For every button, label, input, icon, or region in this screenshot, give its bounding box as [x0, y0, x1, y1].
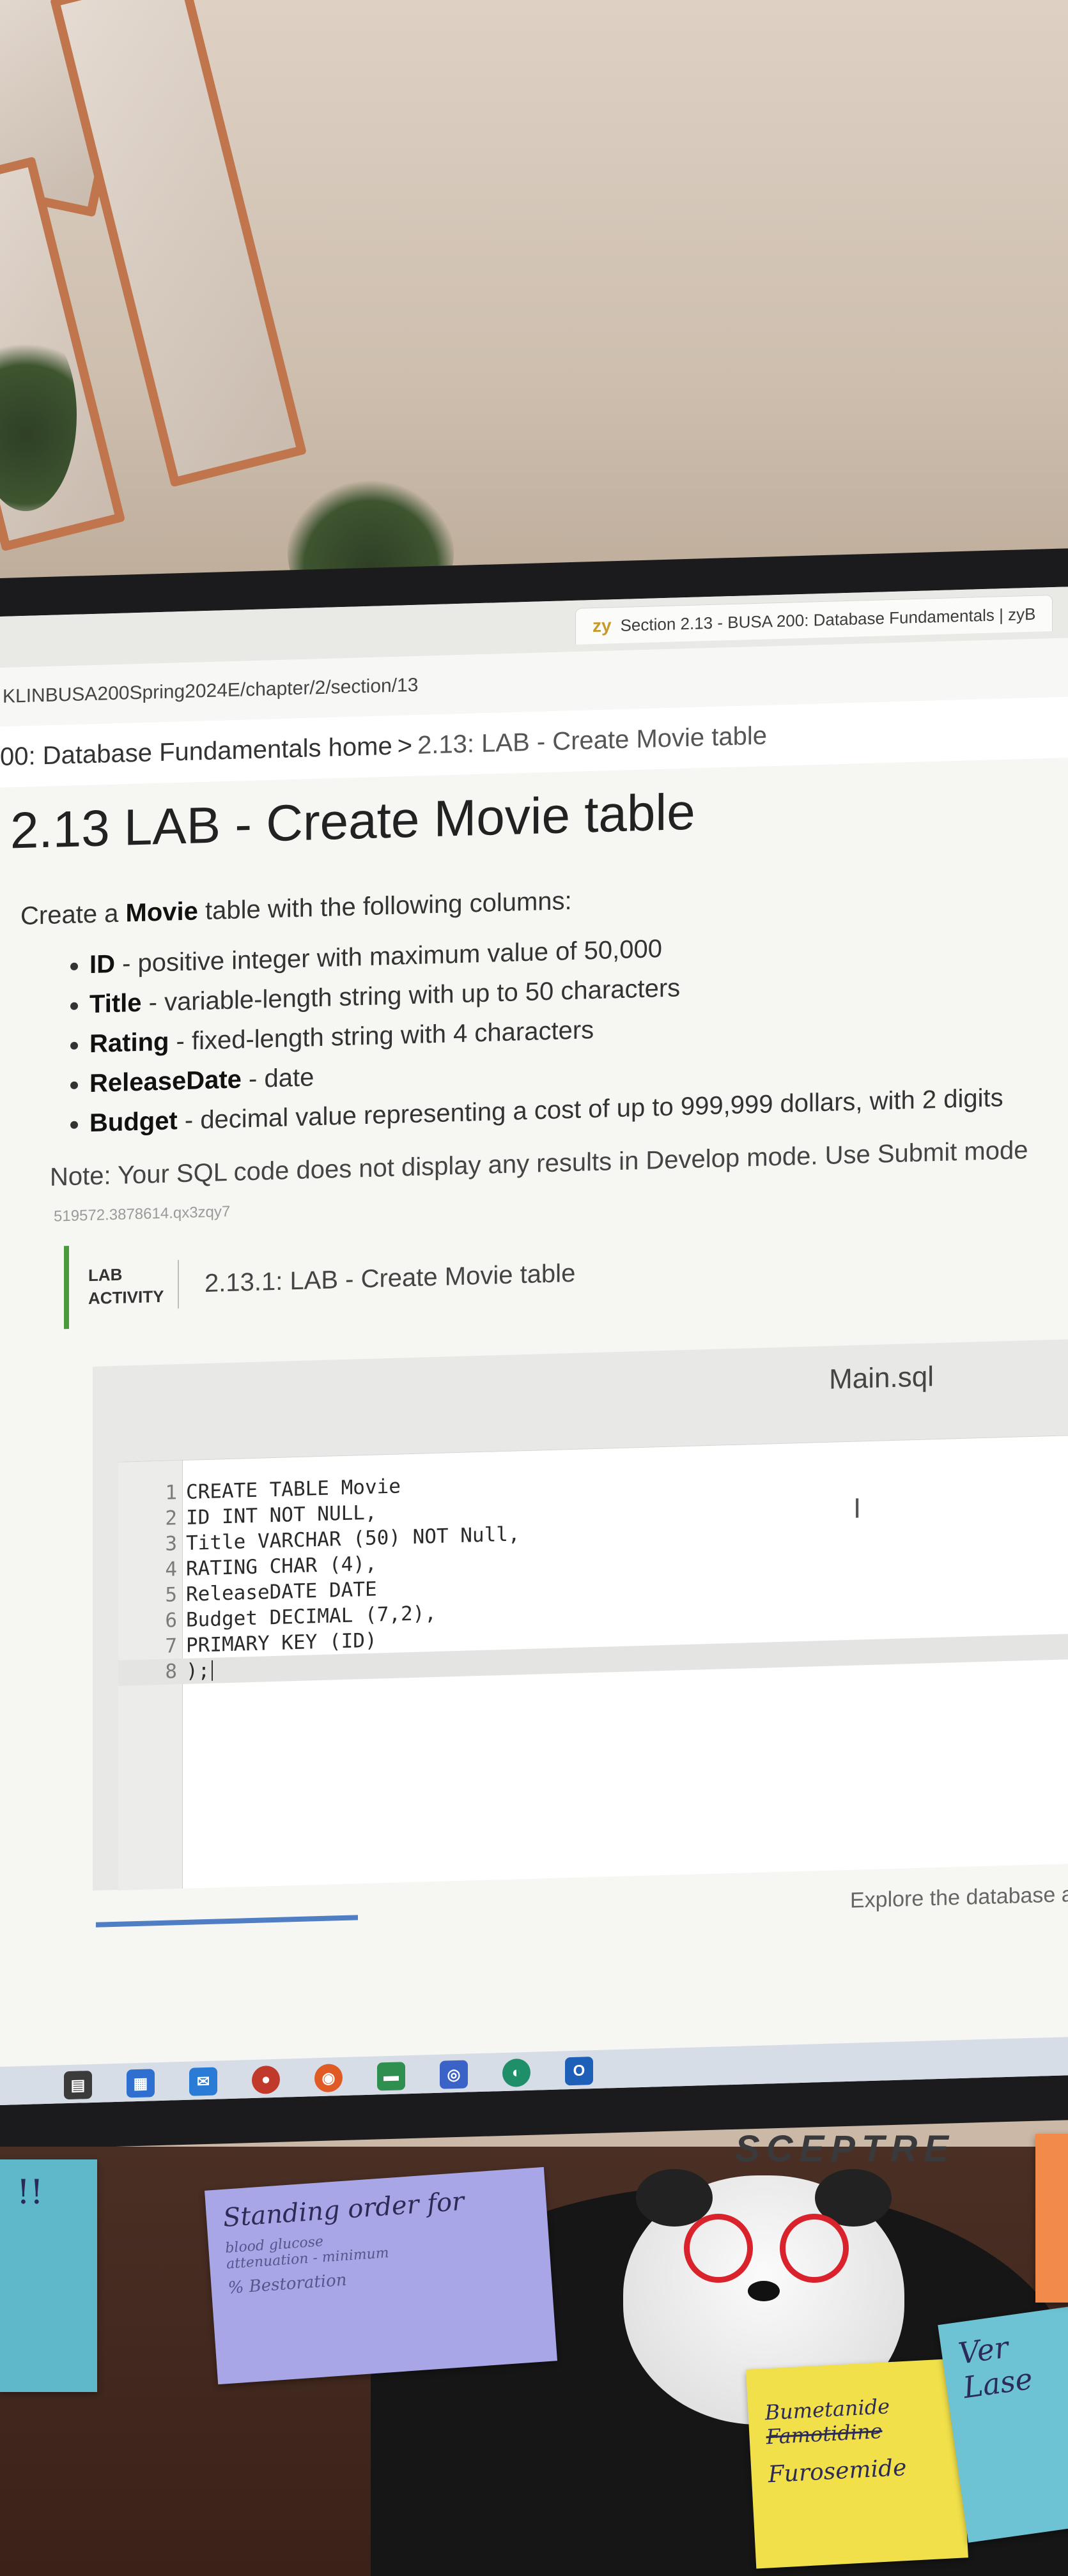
intro-prefix: Create a: [20, 899, 126, 931]
sticky-text: !!: [17, 2174, 43, 2212]
plush-glasses-right: [780, 2214, 849, 2283]
monitor-brand-logo: SCEPTRE: [735, 2128, 955, 2170]
monitor-screen: zy Section 2.13 - BUSA 200: Database Fun…: [0, 586, 1068, 2106]
below-editor-text: Explore the database and run your progra…: [850, 1874, 1068, 1913]
plush-nose: [748, 2281, 780, 2301]
column-name: Rating: [89, 1027, 169, 1059]
lab-badge-line1: LAB: [88, 1264, 123, 1285]
browser-tab-active[interactable]: zy Section 2.13 - BUSA 200: Database Fun…: [575, 594, 1053, 645]
code-editor-panel: Main.sql 1 CREATE TABLE Movie 2 ID INT NOT…: [93, 1339, 1068, 1890]
column-desc: - fixed-length string with 4 characters: [169, 1016, 594, 1056]
column-name: ReleaseDate: [89, 1065, 242, 1098]
breadcrumb-home-link[interactable]: 00: Database Fundamentals home: [0, 732, 392, 771]
files-icon[interactable]: ▬: [377, 2062, 405, 2091]
plush-glasses-left: [684, 2214, 753, 2283]
lab-activity-header: LAB ACTIVITY 2.13.1: LAB - Create Movie …: [64, 1229, 644, 1330]
intro-suffix: table with the following columns:: [197, 887, 572, 926]
outlook-icon[interactable]: O: [565, 2057, 593, 2086]
text-caret: [212, 1660, 213, 1681]
line-number: 2: [165, 1506, 177, 1530]
column-name: Title: [89, 988, 142, 1019]
breadcrumb-separator: >: [397, 731, 413, 760]
intro-text: Create a Movie table with the following …: [20, 887, 572, 931]
line-number: 5: [165, 1583, 177, 1607]
mail-icon[interactable]: ✉: [189, 2067, 217, 2096]
page-title: 2.13 LAB - Create Movie table: [10, 783, 695, 859]
line-number: 8: [165, 1660, 177, 1683]
line-number: 4: [165, 1558, 177, 1581]
sticky-note-blue-left: !!: [0, 2159, 97, 2392]
wall-background: [0, 0, 1068, 639]
calendar-icon[interactable]: ▦: [127, 2069, 155, 2098]
edge-icon[interactable]: ◐: [502, 2058, 530, 2088]
sticky-note-purple: Standing order for blood glucose attenua…: [205, 2166, 557, 2385]
media-icon[interactable]: ●: [252, 2065, 280, 2094]
tab-title: Section 2.13 - BUSA 200: Database Fundam…: [620, 604, 1036, 635]
file-name-label: Main.sql: [829, 1361, 934, 1395]
monitor: zy Section 2.13 - BUSA 200: Database Fun…: [0, 548, 1068, 2150]
sticky-note-yellow: Bumetanide Famotidine Furosemide: [746, 2358, 968, 2569]
chrome-icon[interactable]: ◉: [314, 2064, 343, 2093]
sticky-note-orange: [1035, 2134, 1068, 2303]
code-text: ReleaseDATE DATE: [186, 1577, 377, 1606]
sticky-text: Furosemide: [767, 2454, 908, 2488]
progress-strip: [96, 1915, 358, 1928]
mouse-ibeam-cursor-icon: I: [853, 1492, 862, 1524]
column-name: ID: [89, 949, 115, 979]
lab-badge-line2: ACTIVITY: [88, 1286, 164, 1308]
develop-mode-note: Note: Your SQL code does not display any…: [50, 1136, 1028, 1192]
column-desc: - date: [241, 1063, 314, 1094]
code-text: );: [186, 1659, 210, 1683]
column-name: Budget: [89, 1107, 178, 1138]
lab-activity-title: 2.13.1: LAB - Create Movie table: [178, 1248, 576, 1309]
code-text: PRIMARY KEY (ID): [186, 1629, 377, 1657]
activity-hash: 519572.3878614.qx3zqy7: [54, 1202, 231, 1225]
widgets-icon[interactable]: ▤: [64, 2070, 92, 2100]
column-requirements-list: ID - positive integer with maximum value…: [51, 919, 1003, 1144]
code-text: RATING CHAR (4),: [186, 1552, 377, 1581]
intro-table-name: Movie: [125, 897, 198, 928]
code-text: ID INT NOT NULL,: [186, 1501, 377, 1529]
line-number: 7: [165, 1634, 177, 1658]
line-number: 1: [165, 1481, 177, 1505]
section-content: 2.13 LAB - Create Movie table Create a M…: [0, 758, 1068, 2104]
line-number: 3: [165, 1532, 177, 1556]
zybooks-logo-icon: zy: [592, 615, 612, 636]
line-number: 6: [165, 1609, 177, 1632]
teams-icon[interactable]: ◎: [440, 2060, 468, 2089]
sql-code-editor[interactable]: 1 CREATE TABLE Movie 2 ID INT NOT NULL, 3T…: [118, 1435, 1068, 1890]
url-text: KLINBUSA200Spring2024E/chapter/2/section…: [3, 674, 419, 707]
breadcrumb-current: 2.13: LAB - Create Movie table: [417, 721, 768, 760]
lab-activity-badge: LAB ACTIVITY: [69, 1261, 178, 1310]
